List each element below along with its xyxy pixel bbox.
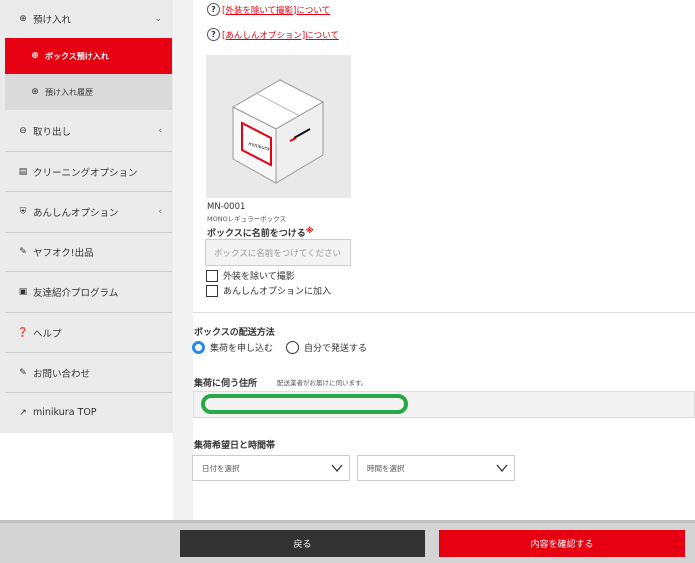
add-anshin-checkbox[interactable]: あんしんオプションに加入 xyxy=(206,284,331,297)
sidebar-item-label: お問い合わせ xyxy=(33,368,91,380)
sidebar-item-label: あんしんオプション xyxy=(33,208,119,219)
pickup-datetime-title: 集荷希望日と時間帯 xyxy=(194,441,276,451)
sidebar-item-box-deposit[interactable]: ⊕ ボックス預け入れ xyxy=(5,38,172,74)
gift-icon: ▣ xyxy=(18,287,28,297)
sidebar-item-cleaning[interactable]: ▤ クリーニングオプション xyxy=(5,152,172,191)
product-type: MONOレギュラーボックス xyxy=(207,215,287,223)
radio-label: 自分で発送する xyxy=(304,344,368,354)
sidebar-item-label: ヤフオク!出品 xyxy=(33,248,94,259)
sidebar-item-label: 取り出し xyxy=(33,127,72,138)
chevron-down-icon xyxy=(331,464,343,473)
shield-icon: ⛨ xyxy=(19,207,27,217)
gavel-icon: ✎ xyxy=(19,247,27,257)
radio-unselected-icon[interactable] xyxy=(286,341,299,354)
chevron-down-icon xyxy=(496,464,508,473)
circle-minus-icon: ⊖ xyxy=(19,126,27,136)
chevron-left-icon: ‹ xyxy=(158,126,162,136)
content-gutter xyxy=(173,0,193,520)
date-select-value: 日付を選択 xyxy=(202,463,240,473)
question-icon: ? xyxy=(207,3,220,16)
pickup-address-note: 配送業者がお届けに伺います。 xyxy=(277,379,368,387)
radio-selected-icon[interactable] xyxy=(192,341,205,354)
pickup-time-select[interactable]: 時間を選択 xyxy=(357,455,515,481)
box-name-label-text: ボックスに名前をつける xyxy=(207,229,306,239)
sidebar-item-label: ヘルプ xyxy=(33,328,62,340)
radio-self-ship[interactable]: 自分で発送する xyxy=(286,341,367,354)
question-icon: ? xyxy=(207,28,220,41)
box-name-placeholder: ボックスに名前をつけてください xyxy=(214,248,341,259)
exclude-exterior-checkbox[interactable]: 外装を除いて撮影 xyxy=(206,269,295,282)
section-divider xyxy=(193,312,695,313)
checkbox-box[interactable] xyxy=(206,269,218,282)
checkbox-label: あんしんオプションに加入 xyxy=(223,287,332,297)
sidebar-item-deposit-history[interactable]: ⊕ 預け入れ履歴 xyxy=(5,74,172,110)
clipboard-icon: ▤ xyxy=(18,166,28,177)
chevron-down-icon: ⌄ xyxy=(154,13,162,24)
sidebar-item-referral[interactable]: ▣ 友達紹介プログラム xyxy=(5,272,172,312)
sidebar-item-anshin[interactable]: ⛨ あんしんオプション ‹ xyxy=(5,192,172,232)
sidebar-item-label: クリーニングオプション xyxy=(33,167,138,179)
sidebar-item-label: 友達紹介プログラム xyxy=(33,288,119,299)
chevron-left-icon: ‹ xyxy=(158,207,162,217)
radio-label: 集荷を申し込む xyxy=(210,344,274,354)
back-button[interactable]: 戻る xyxy=(180,530,425,557)
sidebar-item-label: minikura TOP xyxy=(33,407,97,418)
highlight-annotation xyxy=(201,394,408,414)
circle-plus-icon: ⊕ xyxy=(31,51,39,61)
box-illustration: minikura xyxy=(231,79,325,184)
help-link-anshin-option[interactable]: [あんしんオプション]について xyxy=(222,29,339,41)
sidebar-item-retrieve[interactable]: ⊖ 取り出し ‹ xyxy=(5,111,172,151)
sidebar-item-minikura-top[interactable]: ↗ minikura TOP xyxy=(5,393,172,432)
delivery-method-title: ボックスの配送方法 xyxy=(194,328,275,338)
sidebar-item-contact[interactable]: ✎ お問い合わせ xyxy=(5,353,172,392)
footer-edge xyxy=(0,520,695,523)
radio-pickup[interactable]: 集荷を申し込む xyxy=(192,341,273,354)
external-link-icon: ↗ xyxy=(19,407,27,418)
box-name-label: ボックスに名前をつける※ xyxy=(207,226,314,239)
circle-plus-icon: ⊕ xyxy=(31,87,39,97)
sidebar-item-label: 預け入れ履歴 xyxy=(45,87,93,97)
checkbox-label: 外装を除いて撮影 xyxy=(223,272,295,282)
pickup-date-select[interactable]: 日付を選択 xyxy=(192,455,350,481)
sidebar-item-label: ボックス預け入れ xyxy=(45,51,109,61)
sidebar-item-help[interactable]: ❓ ヘルプ xyxy=(5,313,172,352)
product-code: MN-0001 xyxy=(207,202,246,212)
circle-plus-icon: ⊕ xyxy=(19,13,27,24)
pickup-address-title: 集荷に伺う住所 xyxy=(194,379,258,389)
edit-icon: ✎ xyxy=(19,367,27,378)
help-link-exterior-photo[interactable]: [外装を除いて撮影]について xyxy=(222,4,330,16)
confirm-button[interactable]: 内容を確認する xyxy=(439,530,685,557)
box-name-input[interactable]: ボックスに名前をつけてください xyxy=(205,239,351,266)
required-mark: ※ xyxy=(305,226,314,235)
sidebar-item-yahoo-auction[interactable]: ✎ ヤフオク!出品 xyxy=(5,233,172,271)
question-circle-icon: ❓ xyxy=(17,327,29,338)
time-select-value: 時間を選択 xyxy=(367,463,405,473)
sidebar-item-deposit[interactable]: ⊕ 預け入れ ⌄ xyxy=(5,0,172,37)
help-exterior-photo[interactable]: ? [外装を除いて撮影]について xyxy=(207,3,330,16)
checkbox-box[interactable] xyxy=(206,284,218,297)
product-image: minikura xyxy=(206,55,351,198)
help-anshin-option[interactable]: ? [あんしんオプション]について xyxy=(207,28,339,41)
sidebar-item-label: 預け入れ xyxy=(33,14,72,26)
